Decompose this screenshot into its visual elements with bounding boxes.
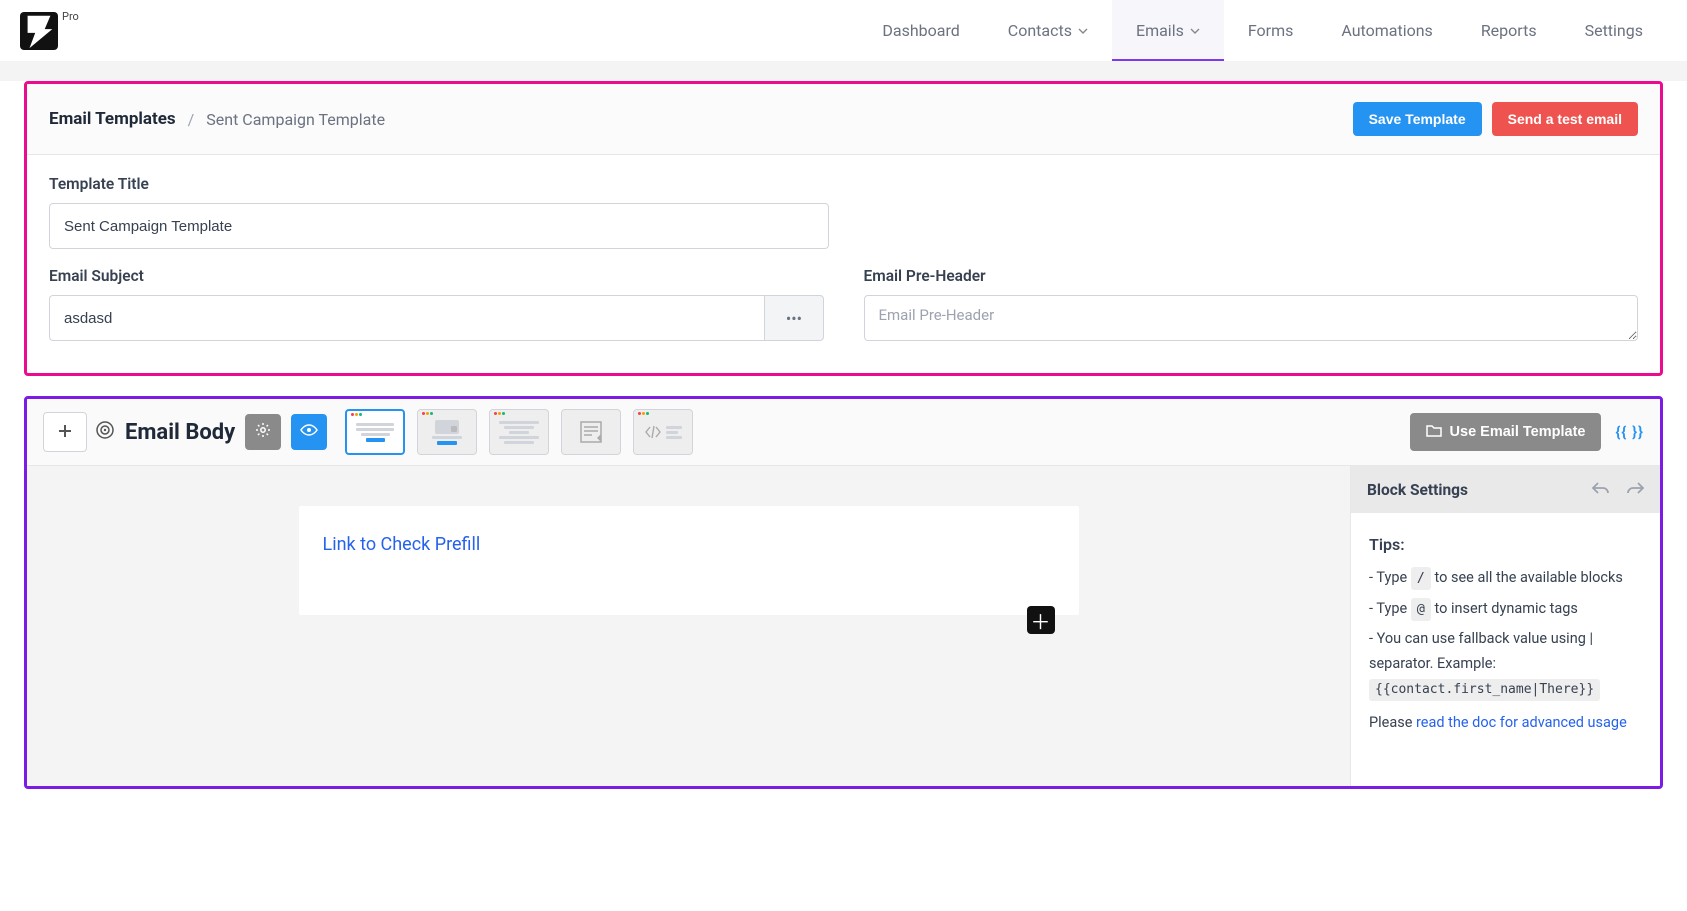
breadcrumb-separator: / [188, 110, 195, 129]
nav-dashboard[interactable]: Dashboard [858, 0, 983, 61]
nav-label: Contacts [1008, 21, 1072, 40]
nav-reports[interactable]: Reports [1457, 0, 1561, 61]
insert-shortcode-button[interactable]: {{ }} [1615, 423, 1644, 441]
email-preheader-input[interactable] [864, 295, 1639, 341]
button-label: Use Email Template [1450, 424, 1586, 440]
eye-icon [300, 421, 318, 443]
chevron-down-icon [1078, 26, 1088, 36]
spacer [0, 61, 1687, 81]
nav-label: Settings [1585, 21, 1643, 40]
tip-row: - Type / to see all the available blocks [1369, 566, 1642, 591]
layout-preset-text[interactable] [345, 409, 405, 455]
template-title-input[interactable] [49, 203, 829, 249]
code-example: {{contact.first_name|There}} [1369, 679, 1600, 701]
email-body-heading: Email Body [125, 420, 235, 445]
nav-forms[interactable]: Forms [1224, 0, 1318, 61]
brand-logo-icon [20, 12, 58, 50]
kbd-at: @ [1411, 598, 1431, 621]
top-nav: Pro Dashboard Contacts Emails Forms Auto… [0, 0, 1687, 61]
add-block-button[interactable]: ＋ [1027, 606, 1055, 634]
gear-icon [255, 422, 271, 442]
more-icon: ••• [786, 309, 802, 328]
brand-badge: Pro [62, 10, 79, 23]
main-nav: Dashboard Contacts Emails Forms Automati… [858, 0, 1667, 61]
save-template-button[interactable]: Save Template [1353, 102, 1482, 136]
breadcrumb-root[interactable]: Email Templates [49, 109, 176, 129]
layout-preset-image-text[interactable] [417, 409, 477, 455]
nav-label: Automations [1341, 21, 1432, 40]
editor-toolbar: Email Body [27, 399, 1660, 466]
tip-row: - You can use fallback value using | sep… [1369, 627, 1642, 701]
layout-preset-note[interactable] [561, 409, 621, 455]
breadcrumb-tail: Sent Campaign Template [206, 110, 385, 129]
block-settings-sidebar: Block Settings Tips: - Type / to see all… [1350, 466, 1660, 786]
email-subject-input[interactable] [49, 295, 764, 341]
nav-label: Forms [1248, 21, 1294, 40]
nav-contacts[interactable]: Contacts [984, 0, 1112, 61]
nav-settings[interactable]: Settings [1561, 0, 1667, 61]
nav-automations[interactable]: Automations [1317, 0, 1456, 61]
target-icon [95, 420, 115, 444]
redo-button[interactable] [1626, 480, 1644, 499]
folder-open-icon [1426, 423, 1442, 441]
plus-icon [58, 423, 72, 442]
canvas-link[interactable]: Link to Check Prefill [323, 534, 481, 555]
editor-canvas-area: Link to Check Prefill ＋ [27, 466, 1350, 786]
nav-label: Emails [1136, 21, 1184, 40]
doc-link[interactable]: read the doc for advanced usage [1416, 714, 1627, 731]
add-button[interactable] [43, 412, 87, 452]
layout-preset-lines[interactable] [489, 409, 549, 455]
layout-presets [345, 409, 693, 455]
subject-variables-button[interactable]: ••• [764, 295, 823, 341]
email-canvas[interactable]: Link to Check Prefill ＋ [299, 506, 1079, 615]
use-email-template-button[interactable]: Use Email Template [1410, 413, 1602, 451]
tip-row: - Type @ to insert dynamic tags [1369, 597, 1642, 622]
doc-row: Please read the doc for advanced usage [1369, 711, 1642, 736]
plus-icon: ＋ [1031, 606, 1051, 635]
nav-label: Reports [1481, 21, 1537, 40]
template-title-label: Template Title [49, 175, 829, 193]
email-preheader-label: Email Pre-Header [864, 267, 1639, 285]
send-test-email-button[interactable]: Send a test email [1492, 102, 1638, 136]
template-meta-card: Email Templates / Sent Campaign Template… [24, 81, 1663, 376]
preview-button[interactable] [291, 414, 327, 450]
settings-button[interactable] [245, 414, 281, 450]
undo-button[interactable] [1592, 480, 1610, 499]
tips-heading: Tips: [1369, 531, 1642, 558]
nav-label: Dashboard [882, 21, 959, 40]
sidebar-title: Block Settings [1367, 481, 1468, 499]
nav-emails[interactable]: Emails [1112, 0, 1224, 61]
email-body-editor: Email Body [24, 396, 1663, 789]
chevron-down-icon [1190, 26, 1200, 36]
kbd-slash: / [1411, 567, 1431, 590]
brand: Pro [20, 12, 79, 50]
email-subject-label: Email Subject [49, 267, 824, 285]
card-header: Email Templates / Sent Campaign Template… [27, 84, 1660, 155]
layout-preset-code[interactable] [633, 409, 693, 455]
